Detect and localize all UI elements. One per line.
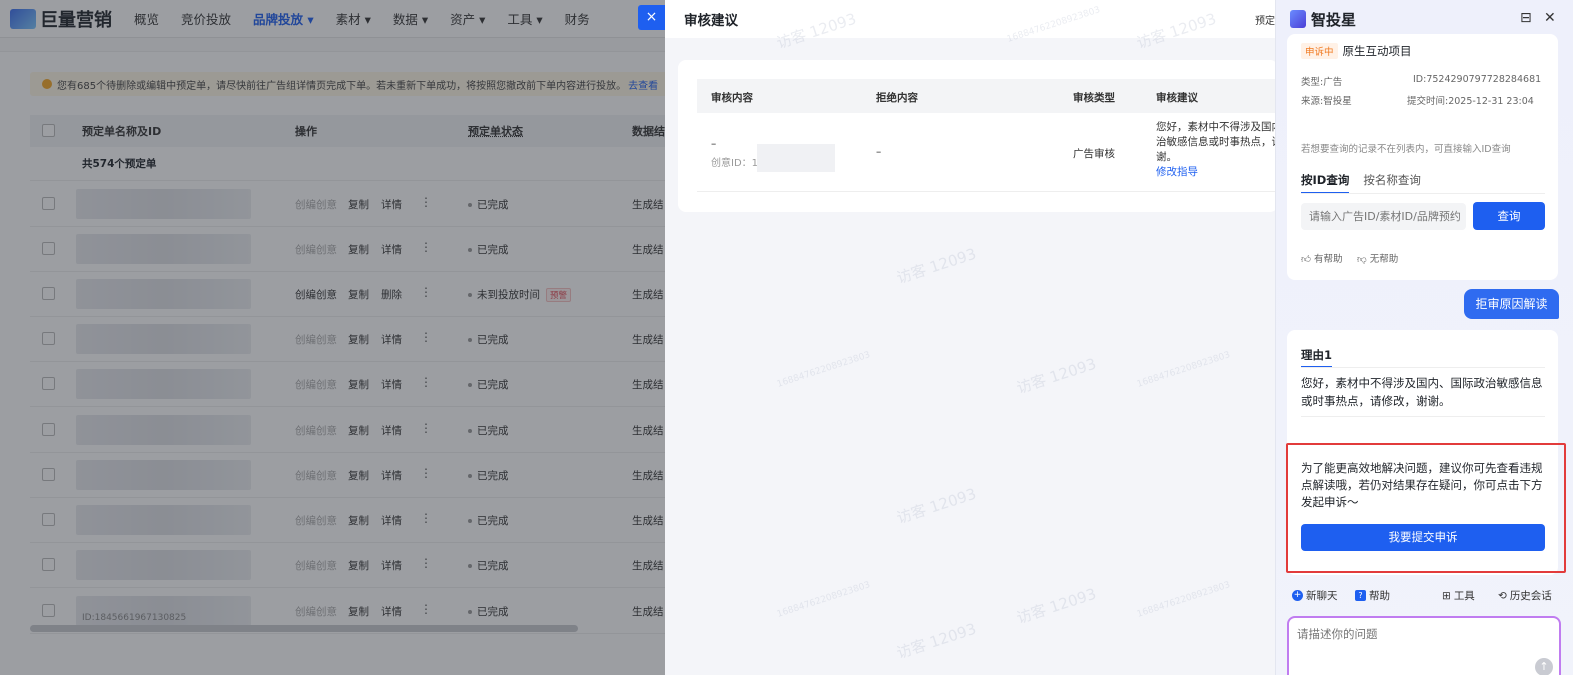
watermark: 访客 12093 bbox=[894, 244, 979, 288]
record-id: ID:7524290797728284681 bbox=[1413, 74, 1542, 85]
unhelpful-label: 无帮助 bbox=[1369, 254, 1399, 265]
close-panel-icon[interactable]: ✕ bbox=[1544, 10, 1556, 26]
tab-by-id[interactable]: 按ID查询 bbox=[1301, 172, 1350, 194]
history-icon: ⟲ bbox=[1498, 589, 1507, 602]
watermark: 访客 12093 bbox=[1014, 354, 1099, 398]
reject-content: – bbox=[876, 146, 882, 158]
id-search-input[interactable] bbox=[1301, 203, 1466, 230]
review-drawer: 审核建议 预定 访客 12093 16884762208923803 访客 1209… bbox=[665, 0, 1275, 675]
reason-title-line bbox=[1301, 367, 1545, 368]
review-table-card: 审核内容 拒绝内容 审核类型 审核建议 – 创意ID：18 – 广告审核 您好，… bbox=[678, 60, 1275, 212]
help-label: 帮助 bbox=[1369, 590, 1390, 602]
watermark: 16884762208923803 bbox=[1135, 580, 1232, 620]
reason-title: 理由1 bbox=[1301, 347, 1333, 368]
new-chat-label: 新聊天 bbox=[1306, 590, 1338, 602]
project-line: 申诉中 原生互动项目 bbox=[1301, 43, 1412, 59]
assistant-logo-icon bbox=[1290, 10, 1306, 28]
drawer-header-right: 预定 bbox=[1255, 16, 1275, 27]
reason-divider bbox=[1301, 416, 1545, 417]
col-review-type: 审核类型 bbox=[1073, 92, 1115, 104]
watermark: 16884762208923803 bbox=[1135, 350, 1232, 390]
send-arrow-icon: ↑ bbox=[1539, 660, 1549, 673]
query-tabs: 按ID查询 按名称查询 bbox=[1301, 172, 1421, 194]
send-button[interactable]: ↑ bbox=[1535, 658, 1553, 675]
help-button[interactable]: ? 帮助 bbox=[1355, 588, 1390, 603]
background-app: 巨量营销 概览 竞价投放 品牌投放 ▾ 素材 ▾ 数据 ▾ 资产 ▾ 工具 ▾ … bbox=[0, 0, 700, 675]
reason-body: 您好，素材中不得涉及国内、国际政治敏感信息或时事热点，请修改，谢谢。 bbox=[1301, 376, 1543, 408]
tools-label: 工具 bbox=[1453, 590, 1475, 602]
watermark: 访客 12093 bbox=[1014, 584, 1099, 628]
helpful-label: 有帮助 bbox=[1313, 254, 1343, 265]
review-content: – bbox=[711, 138, 717, 150]
thumbs-up-icon: 👍︎ bbox=[1301, 254, 1311, 265]
tab-divider bbox=[1301, 193, 1545, 194]
help-icon: ? bbox=[1355, 590, 1366, 601]
modal-overlay[interactable] bbox=[0, 0, 665, 675]
review-table-header: 审核内容 拒绝内容 审核类型 审核建议 bbox=[697, 79, 1275, 113]
highlight-frame bbox=[1286, 443, 1566, 573]
col-review-suggest: 审核建议 bbox=[1156, 92, 1198, 104]
grid-icon: ⊞ bbox=[1442, 589, 1451, 602]
helpful-button[interactable]: 👍︎ 有帮助 bbox=[1301, 251, 1342, 265]
thumbs-down-icon: 👎︎ bbox=[1357, 254, 1367, 265]
watermark: 16884762208923803 bbox=[775, 580, 872, 620]
panel-title: 智投星 bbox=[1311, 10, 1357, 29]
record-source: 来源:智投星 bbox=[1301, 96, 1352, 107]
review-type: 广告审核 bbox=[1073, 148, 1115, 160]
watermark: 16884762208923803 bbox=[775, 350, 872, 390]
col-review-content: 审核内容 bbox=[711, 92, 753, 104]
unhelpful-button[interactable]: 👎︎ 无帮助 bbox=[1357, 251, 1398, 265]
close-icon: × bbox=[645, 9, 658, 25]
record-type: 类型:广告 bbox=[1301, 77, 1343, 88]
record-time: 提交时间:2025-12-31 23:04 bbox=[1407, 96, 1534, 107]
redacted-id bbox=[757, 144, 835, 172]
chat-input-box: ↑ bbox=[1287, 616, 1561, 675]
modify-guide-link[interactable]: 修改指导 bbox=[1156, 165, 1275, 180]
plus-icon: + bbox=[1292, 590, 1303, 601]
tools-button[interactable]: ⊞ 工具 bbox=[1442, 588, 1475, 603]
appeal-info-card: 申诉中 原生互动项目 类型:广告 ID:7524290797728284681 来… bbox=[1287, 34, 1558, 280]
user-message: 拒审原因解读 bbox=[1464, 289, 1559, 319]
watermark: 访客 12093 bbox=[894, 619, 979, 663]
suggest-line-3: 谢。 bbox=[1156, 151, 1177, 163]
query-button[interactable]: 查询 bbox=[1473, 202, 1545, 230]
watermark: 访客 12093 bbox=[894, 484, 979, 528]
divider bbox=[697, 191, 1275, 192]
status-badge: 申诉中 bbox=[1301, 43, 1338, 59]
suggest-line-2: 治敏感信息或时事热点，请 bbox=[1156, 136, 1275, 148]
query-hint: 若想要查询的记录不在列表内，可直接输入ID查询 bbox=[1301, 144, 1511, 155]
assistant-panel: 智投星 ⊟ ✕ 申诉中 原生互动项目 类型:广告 ID:7524290797728… bbox=[1275, 0, 1573, 675]
close-drawer-button[interactable]: × bbox=[638, 5, 665, 30]
suggest-line-1: 您好，素材中不得涉及国内 bbox=[1156, 121, 1275, 133]
tab-by-name[interactable]: 按名称查询 bbox=[1363, 172, 1421, 194]
new-chat-button[interactable]: + 新聊天 bbox=[1292, 588, 1338, 603]
drawer-title: 审核建议 bbox=[684, 13, 738, 29]
chat-input[interactable] bbox=[1289, 618, 1559, 658]
drawer-header: 审核建议 预定 bbox=[665, 0, 1275, 38]
project-name: 原生互动项目 bbox=[1342, 44, 1412, 58]
review-suggestion: 您好，素材中不得涉及国内 治敏感信息或时事热点，请 谢。 修改指导 bbox=[1156, 120, 1275, 180]
collapse-panel-icon[interactable]: ⊟ bbox=[1520, 10, 1532, 26]
panel-header: 智投星 ⊟ ✕ bbox=[1276, 0, 1573, 38]
history-button[interactable]: ⟲ 历史会话 bbox=[1498, 588, 1552, 603]
history-label: 历史会话 bbox=[1509, 590, 1552, 602]
col-reject-content: 拒绝内容 bbox=[876, 92, 918, 104]
